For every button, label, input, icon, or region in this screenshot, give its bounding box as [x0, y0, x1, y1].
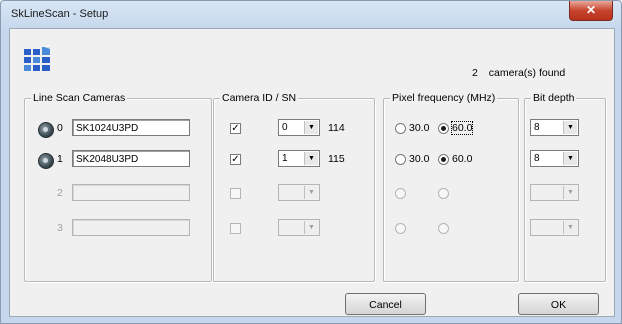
window-title: SkLineScan - Setup [11, 8, 109, 20]
camera-name-field[interactable]: SK2048U3PD [72, 150, 190, 167]
camera-index: 0 [57, 122, 63, 134]
camera-id-select[interactable]: 1 ▼ [278, 150, 320, 167]
camera-id-select: ▼ [278, 219, 320, 236]
camera-enable-checkbox [230, 223, 241, 234]
chevron-down-icon: ▼ [563, 221, 577, 234]
camera-id-select[interactable]: 0 ▼ [278, 119, 320, 136]
title-bar[interactable]: SkLineScan - Setup ✕ [1, 1, 621, 28]
ok-button[interactable]: OK [518, 293, 599, 315]
chevron-down-icon: ▼ [563, 121, 577, 134]
chevron-down-icon: ▼ [563, 152, 577, 165]
pixel-frequency-group: Pixel frequency (MHz) [383, 92, 519, 282]
camera-serial-number: 115 [328, 153, 345, 165]
cameras-found-text: 2 camera(s) found [472, 67, 565, 79]
pixel-freq-60-label: 60.0 [450, 121, 474, 135]
chevron-down-icon: ▼ [304, 152, 318, 165]
camera-index: 3 [57, 222, 63, 234]
camera-lens-icon [38, 122, 54, 138]
bit-depth-select: ▼ [530, 184, 579, 201]
pixel-freq-30-radio [395, 223, 406, 234]
bit-depth-select: ▼ [530, 219, 579, 236]
found-label: camera(s) found [488, 67, 566, 79]
camera-serial-number: 114 [328, 122, 345, 134]
camera-enable-checkbox[interactable]: ✓ [230, 154, 241, 165]
group-label-pixel-frequency: Pixel frequency (MHz) [390, 92, 498, 104]
bit-depth-value: 8 [534, 153, 540, 164]
camera-enable-checkbox[interactable]: ✓ [230, 123, 241, 134]
camera-count: 2 [472, 67, 478, 79]
dialog-client-area: 2 camera(s) found Line Scan Cameras Came… [9, 28, 615, 317]
camera-enable-checkbox [230, 188, 241, 199]
camera-name-field[interactable]: SK1024U3PD [72, 119, 190, 136]
pixel-freq-60-radio[interactable] [438, 123, 449, 134]
camera-id-value: 1 [282, 153, 288, 164]
pixel-freq-30-label: 30.0 [409, 122, 430, 134]
bit-depth-value: 8 [534, 122, 540, 133]
pixel-freq-30-label: 30.0 [409, 153, 430, 165]
bit-depth-select[interactable]: 8 ▼ [530, 119, 579, 136]
camera-index: 2 [57, 187, 63, 199]
camera-index: 1 [57, 153, 63, 165]
cancel-button[interactable]: Cancel [345, 293, 426, 315]
camera-lens-icon [38, 153, 54, 169]
pixel-freq-30-radio[interactable] [395, 123, 406, 134]
pixel-freq-60-label: 60.0 [452, 153, 473, 165]
pixel-freq-60-radio [438, 188, 449, 199]
group-label-bit-depth: Bit depth [531, 92, 577, 104]
pixel-freq-60-radio [438, 223, 449, 234]
chevron-down-icon: ▼ [304, 121, 318, 134]
camera-name-field [72, 184, 190, 201]
chevron-down-icon: ▼ [563, 186, 577, 199]
pixel-freq-60-radio[interactable] [438, 154, 449, 165]
camera-id-value: 0 [282, 122, 288, 133]
close-button[interactable]: ✕ [569, 1, 613, 21]
pixel-freq-30-radio [395, 188, 406, 199]
chevron-down-icon: ▼ [304, 221, 318, 234]
grid-logo-icon [24, 45, 50, 71]
pixel-freq-30-radio[interactable] [395, 154, 406, 165]
group-label-camera-id: Camera ID / SN [220, 92, 299, 104]
group-label-cameras: Line Scan Cameras [31, 92, 128, 104]
chevron-down-icon: ▼ [304, 186, 318, 199]
camera-id-select: ▼ [278, 184, 320, 201]
bit-depth-select[interactable]: 8 ▼ [530, 150, 579, 167]
setup-window: SkLineScan - Setup ✕ 2 camera(s) found L… [0, 0, 622, 324]
camera-name-field [72, 219, 190, 236]
